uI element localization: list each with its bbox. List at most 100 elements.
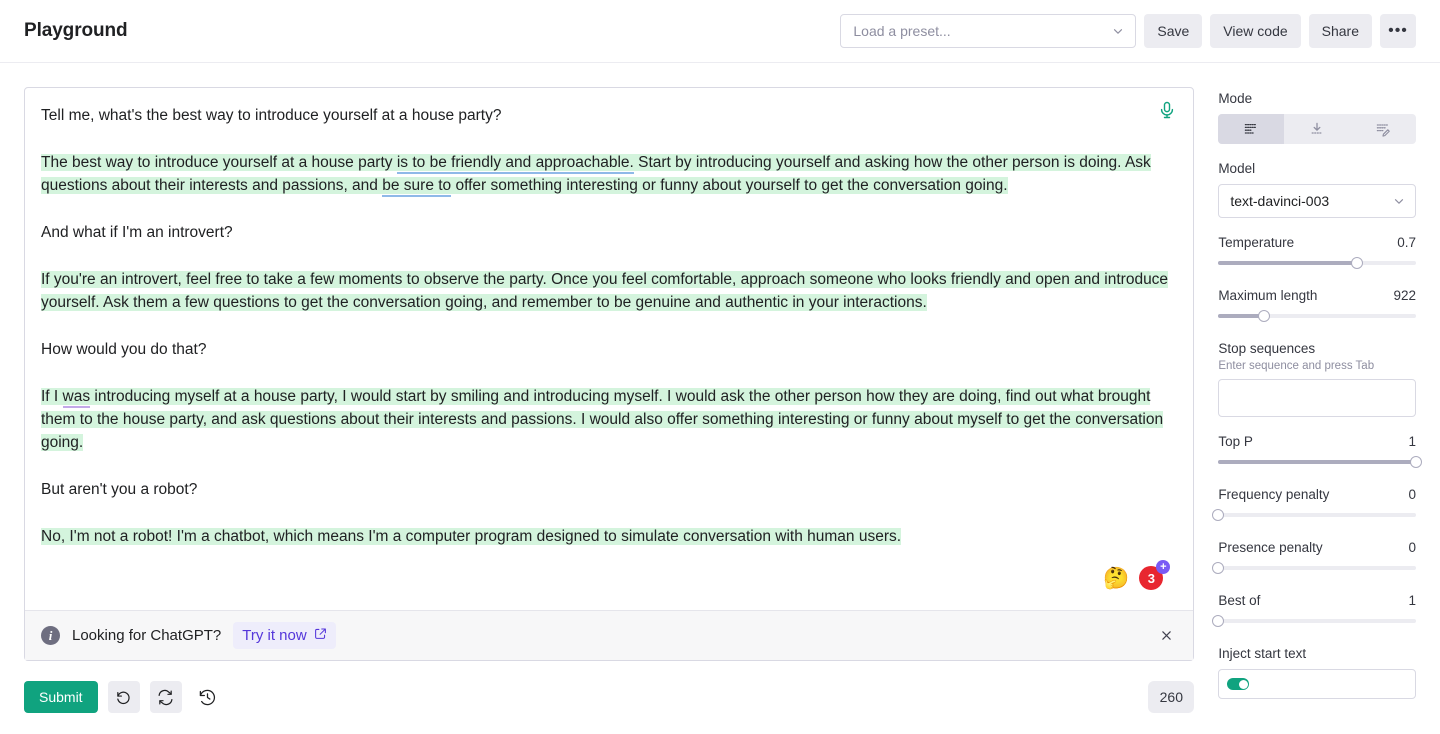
slider-group-temperature: Temperature 0.7 (1218, 235, 1416, 271)
tab-complete-mode[interactable] (1218, 114, 1285, 144)
completion-text: If I (41, 388, 63, 405)
maximum-length-value: 922 (1393, 288, 1416, 303)
app-body: Tell me, what's the best way to introduc… (0, 63, 1440, 734)
completion-paragraph: If you're an introvert, feel free to tak… (41, 268, 1171, 314)
tab-edit-mode[interactable] (1350, 114, 1416, 144)
view-code-button[interactable]: View code (1210, 14, 1301, 48)
slider-group-best-of: Best of 1 (1212, 593, 1416, 629)
suggestion-underline-purple: was (62, 388, 91, 408)
presence-penalty-slider[interactable] (1212, 560, 1416, 576)
editor-toolbar: Submit 260 (24, 661, 1195, 717)
history-icon[interactable] (192, 681, 224, 713)
slider-thumb[interactable] (1212, 615, 1225, 627)
chatgpt-banner: i Looking for ChatGPT? Try it now (25, 610, 1194, 660)
tab-insert-mode[interactable] (1284, 114, 1350, 144)
frequency-penalty-label: Frequency penalty (1218, 487, 1330, 502)
completion-text: introducing myself at a house party, I w… (41, 388, 1164, 451)
reaction-badges: 🤔 3 + (1103, 560, 1171, 590)
prompt-paragraph: But aren't you a robot? (41, 481, 198, 498)
presence-penalty-value: 0 (1408, 540, 1416, 555)
model-select[interactable]: text-davinci-003 (1218, 184, 1416, 218)
model-label: Model (1218, 161, 1256, 176)
slider-track (1218, 619, 1416, 623)
stop-sequences-hint: Enter sequence and press Tab (1218, 360, 1375, 372)
completion-highlight: If I was introducing myself at a house p… (41, 388, 1164, 451)
prompt-editor[interactable]: Tell me, what's the best way to introduc… (25, 88, 1193, 610)
completion-paragraph: If I was introducing myself at a house p… (41, 385, 1171, 454)
model-value: text-davinci-003 (1230, 193, 1330, 209)
more-options-button[interactable]: ••• (1380, 14, 1416, 48)
slider-group-top-p: Top P 1 (1218, 434, 1422, 470)
chevron-down-icon (1392, 194, 1406, 208)
maximum-length-slider[interactable] (1218, 308, 1416, 324)
top-p-slider[interactable] (1218, 454, 1422, 470)
regenerate-icon[interactable] (149, 681, 182, 713)
playground-main: Tell me, what's the best way to introduc… (24, 87, 1195, 734)
top-p-value: 1 (1408, 434, 1416, 449)
thinking-face-emoji[interactable]: 🤔 (1103, 568, 1129, 589)
stop-sequences-input[interactable] (1218, 379, 1416, 417)
stop-sequences-label: Stop sequences (1218, 341, 1316, 356)
completion-highlight: If you're an introvert, feel free to tak… (41, 271, 1169, 311)
completion-text: The best way to introduce yourself at a … (41, 154, 397, 171)
slider-thumb[interactable] (1212, 509, 1225, 521)
top-p-label: Top P (1218, 434, 1253, 449)
slider-group-maximum-length: Maximum length 922 (1218, 288, 1416, 324)
completion-paragraph: The best way to introduce yourself at a … (41, 151, 1171, 197)
chevron-down-icon (1111, 24, 1125, 38)
prompt-paragraph: How would you do that? (41, 341, 207, 358)
slider-thumb[interactable] (1257, 310, 1270, 322)
inject-start-text-group: Inject start text (1218, 646, 1416, 699)
try-it-now-label: Try it now (242, 627, 307, 644)
banner-text: Looking for ChatGPT? (72, 627, 222, 644)
sliders-top-group: Temperature 0.7 Maximum length 922 (1218, 235, 1416, 324)
temperature-value: 0.7 (1397, 235, 1416, 250)
completion-paragraph: No, I'm not a robot! I'm a chatbot, whic… (41, 525, 1171, 548)
slider-fill (1218, 460, 1416, 464)
microphone-icon[interactable] (1157, 100, 1177, 120)
completion-text: If you're an introvert, feel free to tak… (41, 271, 1169, 311)
temperature-slider[interactable] (1218, 255, 1416, 271)
completion-text: offer something interesting or funny abo… (451, 177, 1008, 194)
token-count: 260 (1148, 681, 1195, 713)
preset-placeholder: Load a preset... (853, 23, 951, 39)
settings-sidebar: Mode Model text-davinci-003 Temperature … (1212, 87, 1422, 734)
undo-icon[interactable] (107, 681, 140, 713)
suggestion-underline-blue: be sure to (382, 177, 452, 197)
close-icon[interactable] (1153, 623, 1179, 649)
mode-label: Mode (1218, 91, 1253, 106)
mode-group: Mode (1218, 91, 1416, 144)
slider-thumb[interactable] (1212, 562, 1225, 574)
info-icon: i (41, 626, 60, 645)
sliders-bottom-group: Top P 1 Frequency penalty 0 Presence penalty… (1212, 434, 1422, 629)
save-button[interactable]: Save (1144, 14, 1203, 48)
app-header: Playground Load a preset... Save View co… (0, 0, 1440, 63)
slider-thumb[interactable] (1410, 456, 1422, 468)
preset-select[interactable]: Load a preset... (840, 14, 1137, 48)
slider-group-presence-penalty: Presence penalty 0 (1212, 540, 1416, 576)
slider-track (1218, 566, 1416, 570)
submit-button[interactable]: Submit (24, 681, 98, 713)
try-it-now-link[interactable]: Try it now (233, 622, 336, 649)
completion-highlight: No, I'm not a robot! I'm a chatbot, whic… (41, 528, 902, 545)
slider-fill (1218, 261, 1357, 265)
model-group: Model text-davinci-003 (1218, 161, 1416, 218)
frequency-penalty-value: 0 (1408, 487, 1416, 502)
inject-start-text-control[interactable] (1218, 669, 1416, 699)
status-badge[interactable]: 3 + (1139, 560, 1171, 590)
mode-segmented-control (1218, 114, 1416, 144)
external-link-icon (314, 627, 327, 644)
share-button[interactable]: Share (1308, 14, 1372, 48)
best-of-slider[interactable] (1212, 613, 1416, 629)
prompt-paragraph: Tell me, what's the best way to introduc… (41, 107, 502, 124)
slider-track (1218, 513, 1416, 517)
inject-start-text-toggle[interactable] (1227, 678, 1250, 690)
presence-penalty-label: Presence penalty (1218, 540, 1323, 555)
playground-editor-box: Tell me, what's the best way to introduc… (24, 87, 1195, 661)
suggestion-underline-blue: is to be friendly and approachable. (396, 154, 634, 174)
slider-thumb[interactable] (1350, 257, 1363, 269)
badge-count: 3 (1147, 570, 1155, 586)
stop-sequences-group: Stop sequences Enter sequence and press … (1218, 341, 1416, 417)
frequency-penalty-slider[interactable] (1212, 507, 1416, 523)
maximum-length-label: Maximum length (1218, 288, 1318, 303)
